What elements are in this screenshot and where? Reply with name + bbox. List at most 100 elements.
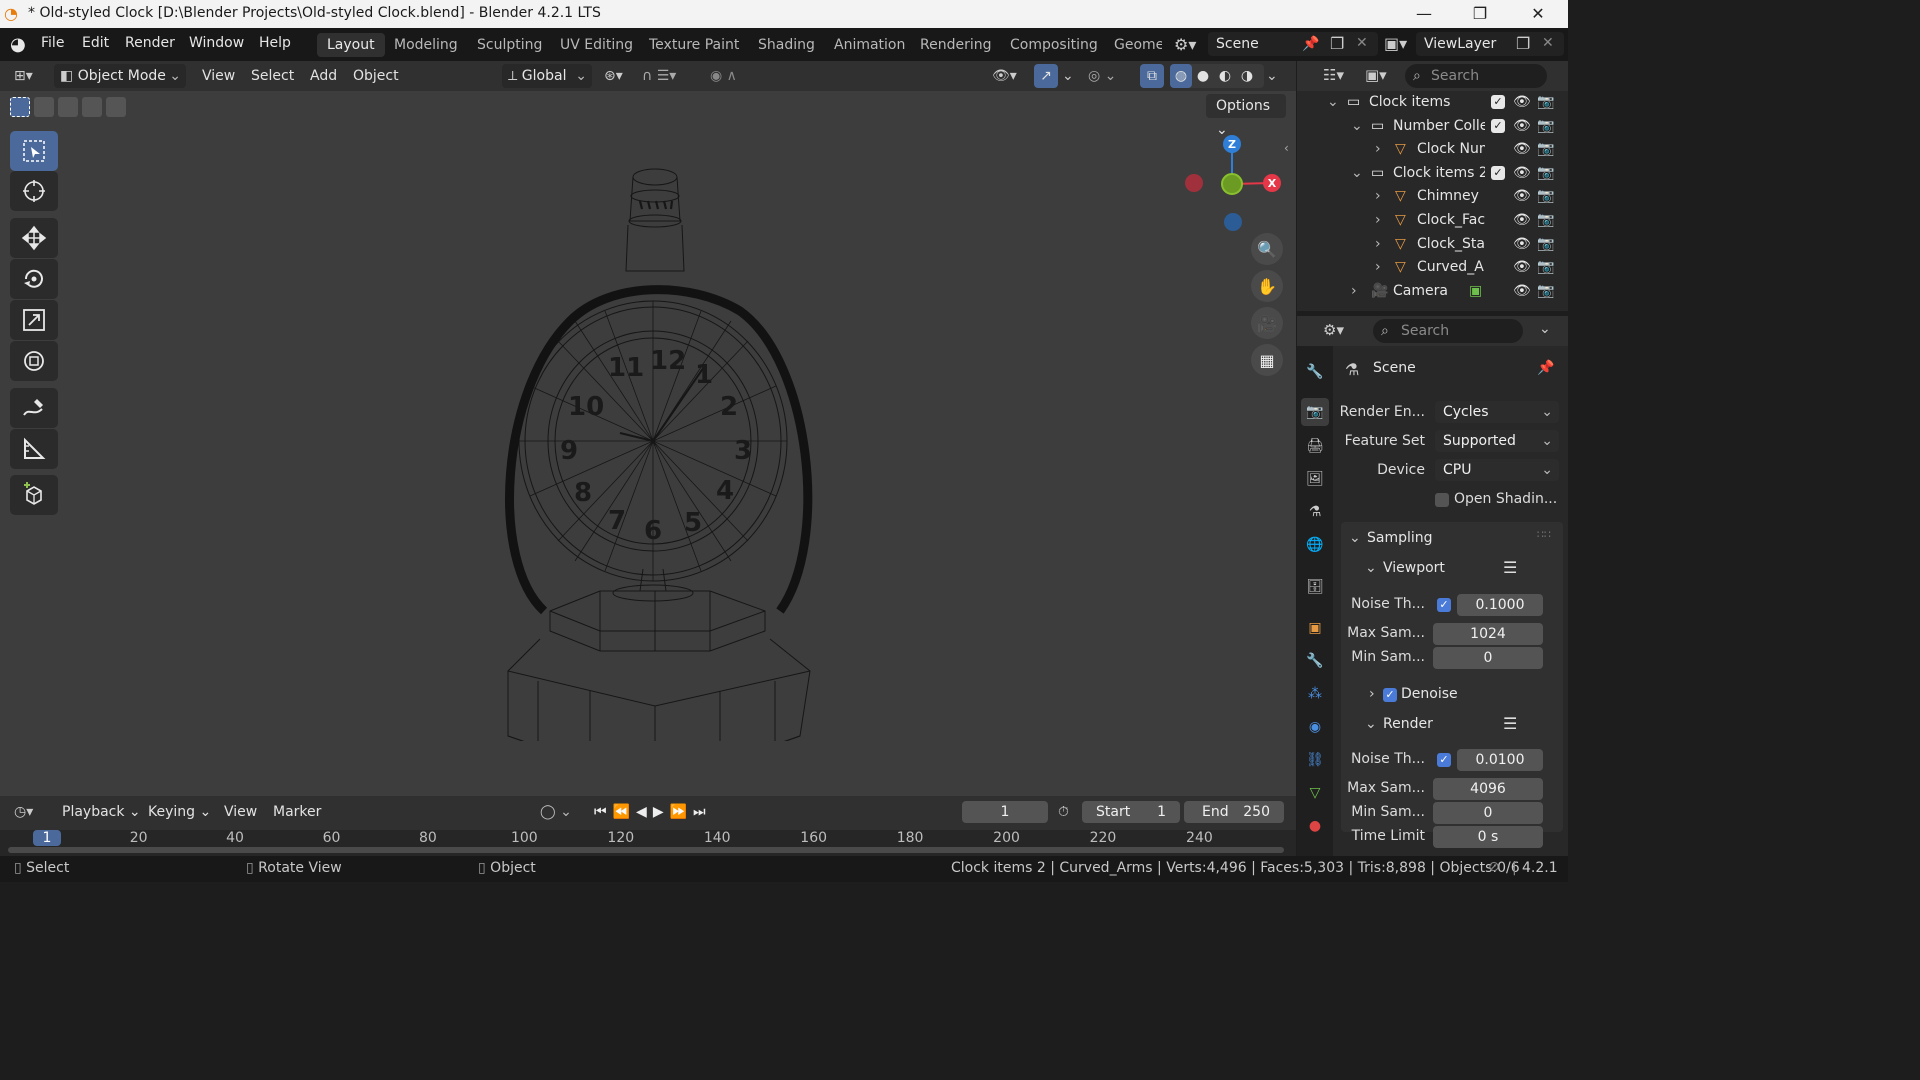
exclude-checkbox[interactable]: ✓ <box>1491 118 1505 133</box>
menu-render[interactable]: Render <box>125 35 175 51</box>
denoise-expand-icon[interactable]: › <box>1369 686 1375 702</box>
collapse-arrow-icon[interactable]: ⌄ <box>1327 91 1339 114</box>
vp-min-field[interactable]: 0 <box>1433 647 1543 669</box>
prev-keyframe-icon[interactable]: ⏪ <box>613 804 636 820</box>
timeline-menu-view[interactable]: View <box>224 800 257 824</box>
gizmo-menu-icon[interactable]: ⌄ <box>1062 64 1074 88</box>
viewport-subheader[interactable]: Viewport <box>1383 560 1445 576</box>
time-limit-field[interactable]: 0 s <box>1433 826 1543 848</box>
expand-arrow-icon[interactable]: › <box>1375 256 1381 279</box>
exclude-checkbox[interactable]: ✓ <box>1491 95 1505 109</box>
camera-data-icon[interactable]: ▣ <box>1469 280 1482 303</box>
outliner-row[interactable]: ⌄ ▭ Clock items 2 ✓ 👁 📷 <box>1297 162 1568 185</box>
outliner-row[interactable]: › ▽ Chimney 👁 📷 <box>1297 185 1568 208</box>
tab-shading[interactable]: Shading <box>748 33 825 57</box>
options-dropdown[interactable]: Options ⌄ <box>1206 94 1286 138</box>
tab-particles[interactable]: ⁂ <box>1301 680 1329 708</box>
expand-arrow-icon[interactable]: › <box>1351 280 1357 303</box>
current-frame-field[interactable]: 1 <box>962 801 1048 823</box>
render-engine-dropdown[interactable]: Cycles ⌄ <box>1435 401 1559 423</box>
select-subtract-icon[interactable] <box>58 97 78 117</box>
eye-icon[interactable]: 👁 <box>1513 115 1531 138</box>
jump-start-icon[interactable]: ⏮ <box>594 804 613 820</box>
wireframe-shading-icon[interactable]: ◍ <box>1170 64 1192 88</box>
camera-view-button[interactable]: 🎥 <box>1251 307 1283 339</box>
zoom-button[interactable]: 🔍 <box>1251 233 1283 265</box>
tab-world[interactable]: 🌐 <box>1301 531 1329 559</box>
close-button[interactable]: ✕ <box>1510 2 1566 26</box>
expand-arrow-icon[interactable]: › <box>1375 185 1381 208</box>
clock-wireframe-model[interactable]: 121110 9 87 6 54 3 21 <box>490 161 830 741</box>
eye-icon[interactable]: 👁 <box>1513 256 1531 279</box>
select-box-tool[interactable] <box>10 131 58 171</box>
select-intersect-icon[interactable] <box>106 97 126 117</box>
feature-set-dropdown[interactable]: Supported ⌄ <box>1435 430 1559 452</box>
neg-z-axis-icon[interactable] <box>1224 213 1242 231</box>
render-toggle-icon[interactable]: 📷 <box>1537 115 1554 138</box>
remove-viewlayer-icon[interactable]: ✕ <box>1542 35 1554 51</box>
transform-orientation-selector[interactable]: ⟂ Global ⌄ <box>502 64 592 88</box>
y-axis-icon[interactable] <box>1221 173 1243 195</box>
measure-tool[interactable] <box>10 429 58 469</box>
pan-button[interactable]: ✋ <box>1251 270 1283 302</box>
render-toggle-icon[interactable]: 📷 <box>1537 162 1554 185</box>
new-viewlayer-icon[interactable]: ❐ <box>1516 34 1530 53</box>
tab-constraints[interactable]: ⛓ <box>1301 746 1329 774</box>
gizmo-toggle-icon[interactable]: ↗ <box>1034 64 1058 88</box>
r-min-field[interactable]: 0 <box>1433 802 1543 824</box>
presets-list-icon[interactable]: ☰ <box>1503 558 1517 577</box>
eye-icon[interactable]: 👁 <box>1513 209 1531 232</box>
next-keyframe-icon[interactable]: ⏩ <box>670 804 693 820</box>
vp-noise-checkbox[interactable]: ✓ <box>1437 598 1451 612</box>
presets-list-icon[interactable]: ☰ <box>1503 714 1517 733</box>
outliner-search-input[interactable]: ⌕ Search <box>1405 64 1547 88</box>
solid-shading-icon[interactable]: ● <box>1192 64 1214 88</box>
menu-edit[interactable]: Edit <box>82 35 109 51</box>
render-subheader[interactable]: Render <box>1383 716 1433 732</box>
render-toggle-icon[interactable]: 📷 <box>1537 138 1554 161</box>
r-noise-field[interactable]: 0.0100 <box>1457 749 1543 771</box>
scene-selector[interactable]: Scene <box>1208 32 1378 56</box>
move-tool[interactable] <box>10 218 58 258</box>
open-shading-checkbox[interactable] <box>1435 493 1449 507</box>
overlay-toggle-icon[interactable]: ◎ ⌄ <box>1088 64 1116 88</box>
menu-window[interactable]: Window <box>189 35 244 51</box>
outliner-row[interactable]: › ▽ Clock Num 👁 📷 <box>1297 138 1568 161</box>
rendered-shading-icon[interactable]: ◑ <box>1236 64 1258 88</box>
select-extend-icon[interactable] <box>34 97 54 117</box>
timeline-menu-playback[interactable]: Playback ⌄ <box>62 800 141 824</box>
outliner-row[interactable]: › ▽ Clock_Star 👁 📷 <box>1297 233 1568 256</box>
eye-icon[interactable]: 👁 <box>1513 280 1531 303</box>
shading-options-icon[interactable]: ⌄ <box>1266 64 1278 88</box>
r-max-field[interactable]: 4096 <box>1433 778 1543 800</box>
add-cube-tool[interactable] <box>10 475 58 515</box>
outliner-row[interactable]: › ▽ Curved_Ar 👁 📷 <box>1297 256 1568 279</box>
neg-x-axis-icon[interactable] <box>1185 174 1203 192</box>
tab-render[interactable]: 📷 <box>1301 398 1329 426</box>
tab-modifiers[interactable]: 🔧 <box>1301 647 1329 675</box>
render-toggle-icon[interactable]: 📷 <box>1537 91 1554 114</box>
start-frame-field[interactable]: Start 1 <box>1082 801 1180 823</box>
pivot-point-icon[interactable]: ⊛▾ <box>604 64 623 88</box>
render-toggle-icon[interactable]: 📷 <box>1537 280 1554 303</box>
jump-end-icon[interactable]: ⏭ <box>693 804 712 820</box>
proportional-editing-icon[interactable]: ◉ ∧ <box>710 64 737 88</box>
render-collapse-icon[interactable]: ⌄ <box>1365 716 1377 732</box>
outliner-editor-type-icon[interactable]: ☷▾ <box>1323 66 1344 84</box>
scene-browse-icon[interactable]: ⚙▾ <box>1174 35 1196 54</box>
tab-material[interactable]: ● <box>1301 812 1329 840</box>
outliner-row[interactable]: › 🎥 Camera ▣ 👁 📷 <box>1297 280 1568 303</box>
tab-output[interactable]: 🖨 <box>1301 432 1329 460</box>
viewport-menu-select[interactable]: Select <box>251 64 294 88</box>
sampling-collapse-icon[interactable]: ⌄ <box>1349 530 1361 546</box>
tab-rendering[interactable]: Rendering <box>910 33 1002 57</box>
render-toggle-icon[interactable]: 📷 <box>1537 256 1554 279</box>
collapse-arrow-icon[interactable]: ⌄ <box>1351 115 1363 138</box>
xray-toggle-icon[interactable]: ⧉ <box>1140 64 1164 88</box>
render-toggle-icon[interactable]: 📷 <box>1537 233 1554 256</box>
eye-icon[interactable]: 👁 <box>1513 91 1531 114</box>
render-toggle-icon[interactable]: 📷 <box>1537 209 1554 232</box>
play-reverse-icon[interactable]: ◀ <box>636 804 653 820</box>
blender-menu-icon[interactable]: ◕ <box>10 34 32 56</box>
viewport-menu-add[interactable]: Add <box>310 64 337 88</box>
